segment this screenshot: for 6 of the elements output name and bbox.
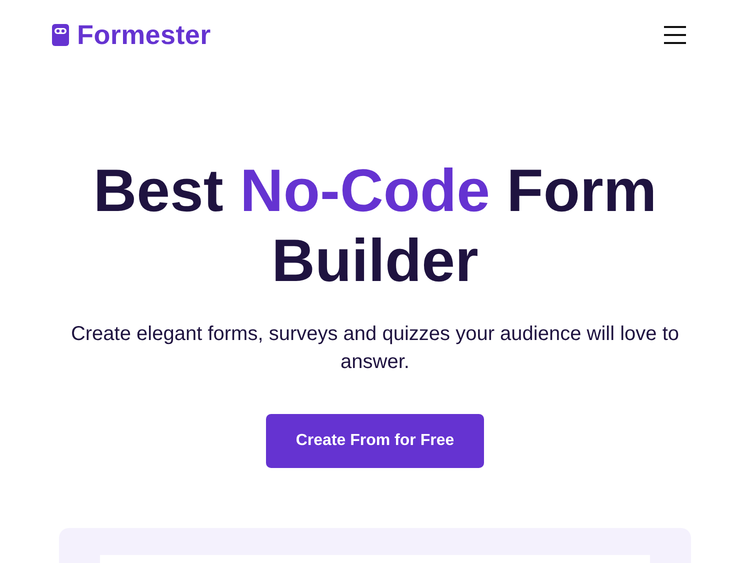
logo-icon bbox=[52, 24, 69, 46]
brand-name: Formester bbox=[77, 20, 211, 50]
menu-icon[interactable] bbox=[664, 26, 686, 44]
hero-title: Best No-Code Form Builder bbox=[92, 156, 658, 296]
hero-subtitle: Create elegant forms, surveys and quizzes your audience will love to answer. bbox=[70, 322, 680, 375]
create-form-button[interactable]: Create From for Free bbox=[266, 414, 484, 468]
